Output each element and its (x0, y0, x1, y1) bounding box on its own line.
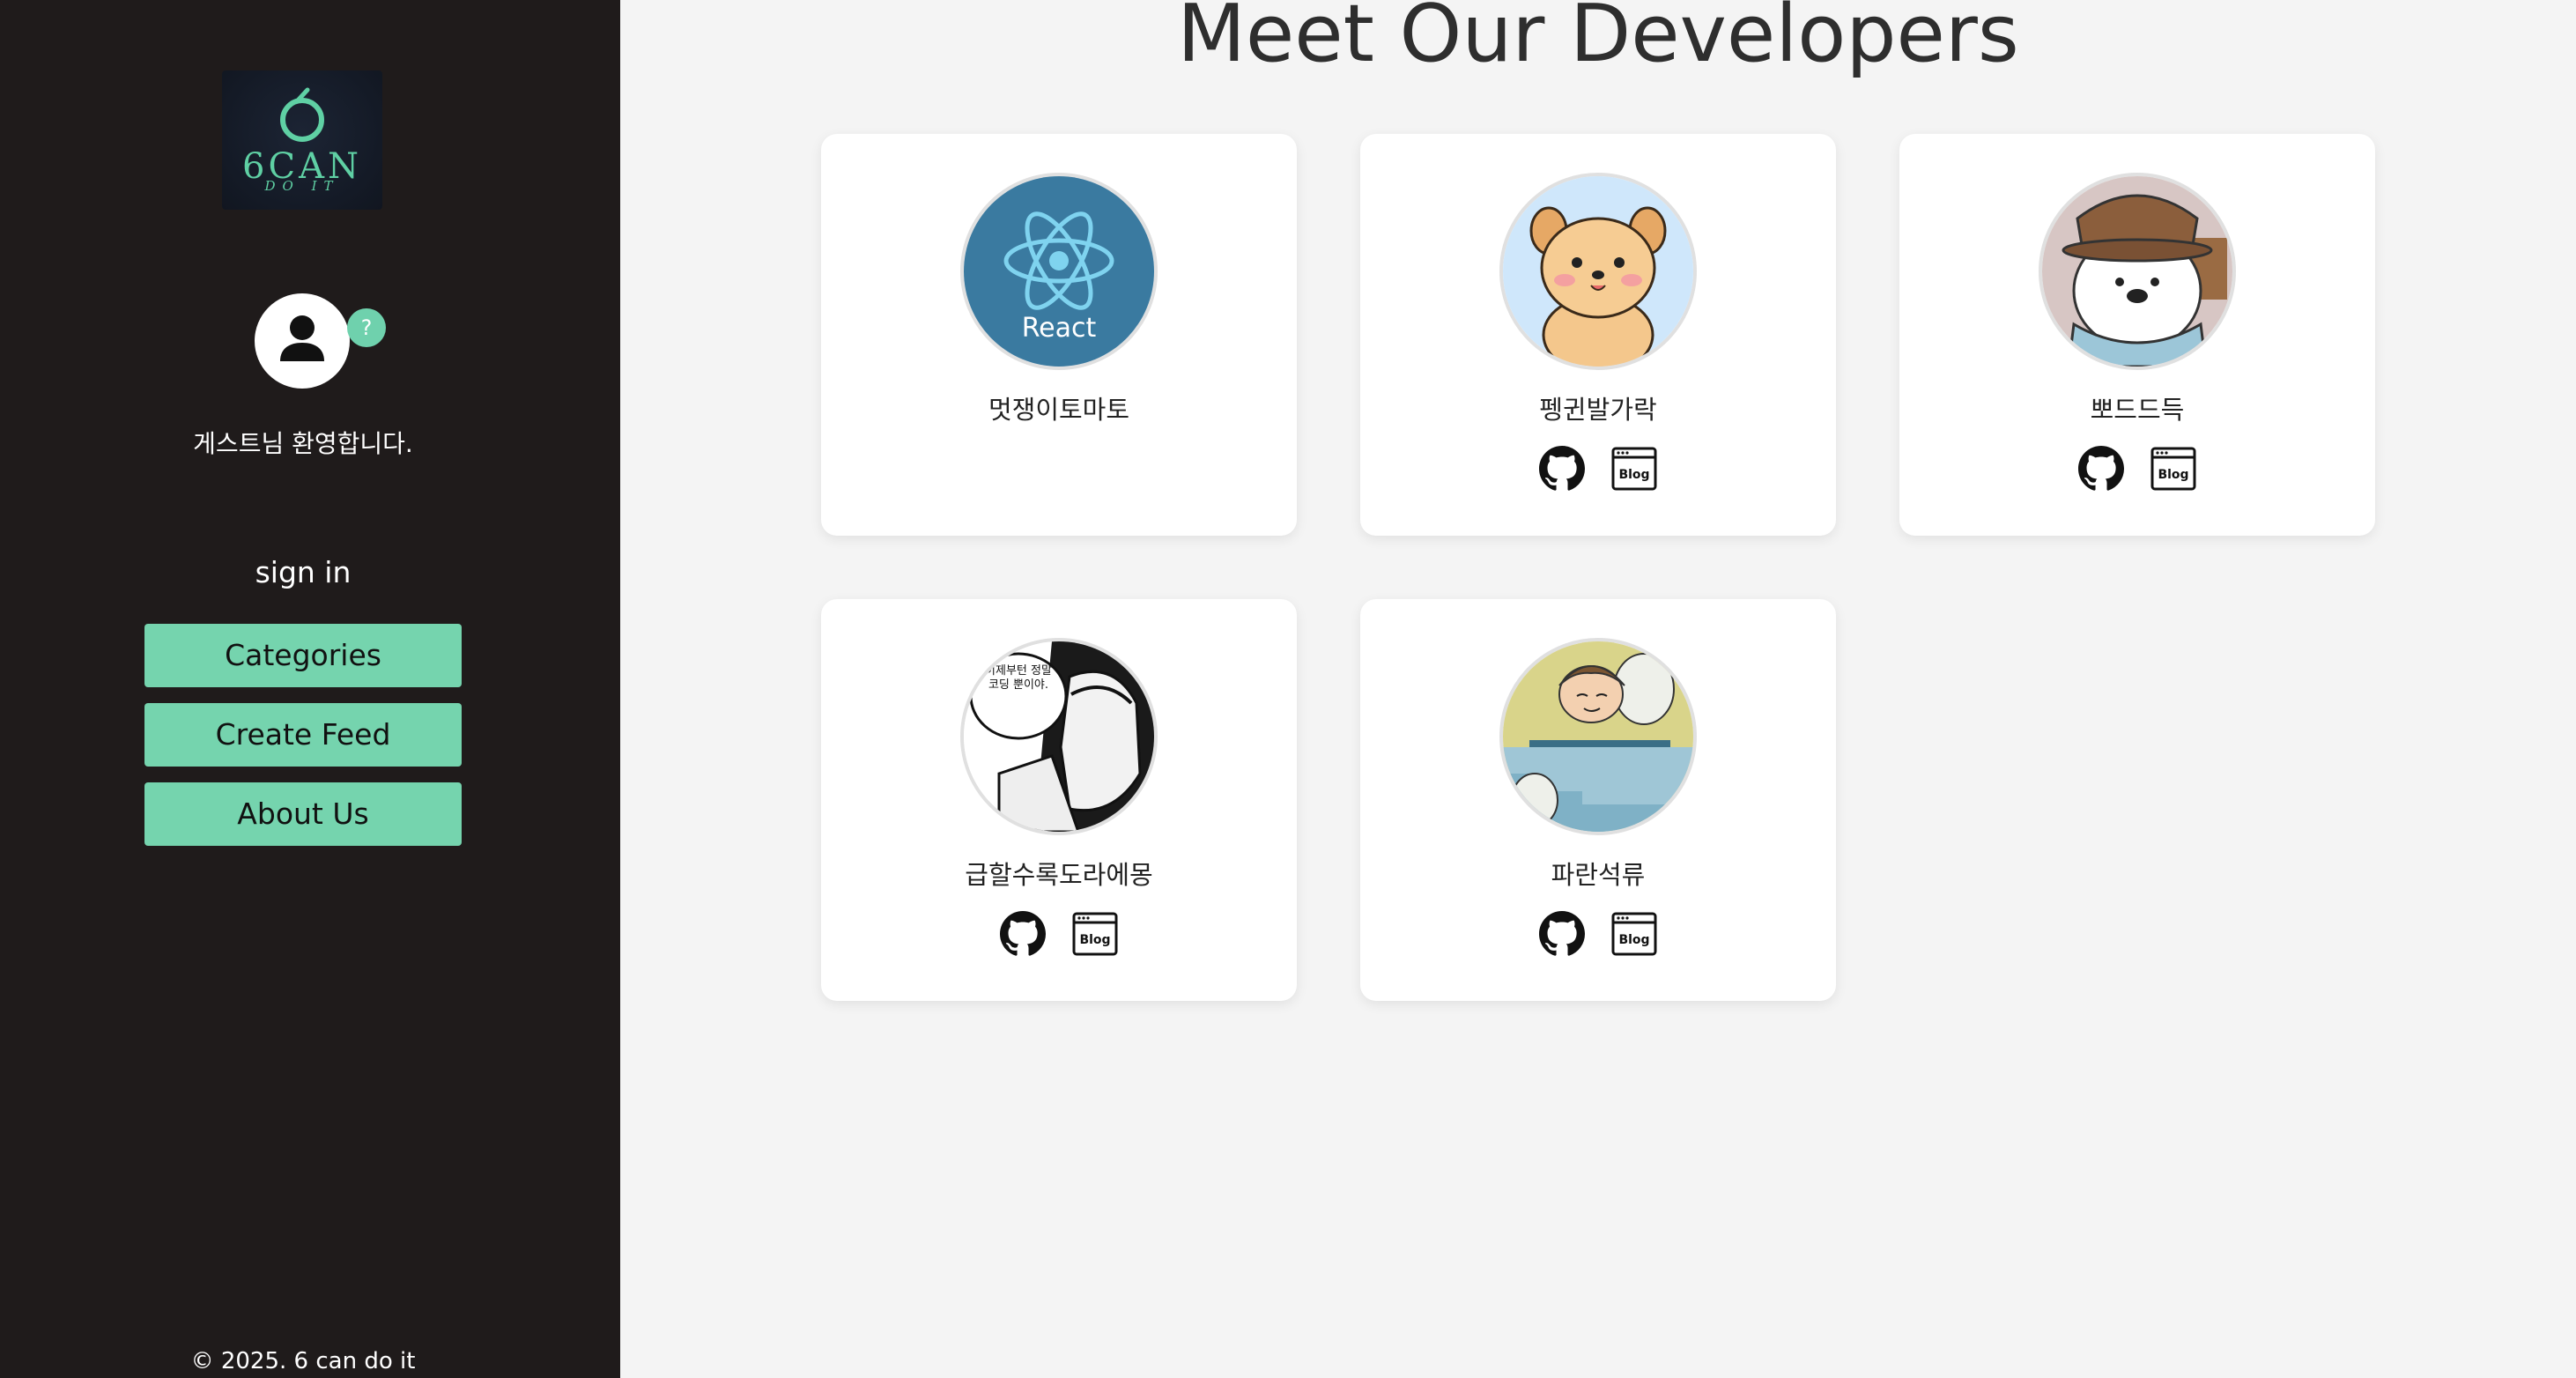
comic-avatar-icon (1503, 641, 1693, 832)
developer-card: 파란석류 Blog (1360, 599, 1836, 1001)
github-icon[interactable] (1539, 446, 1586, 495)
developer-links: Blog (1360, 446, 1836, 495)
sign-in-link[interactable]: sign in (0, 555, 606, 589)
developer-avatar (1499, 173, 1697, 370)
avatar[interactable] (255, 293, 350, 389)
footer-copyright: © 2025. 6 can do it (190, 1348, 416, 1374)
blog-icon-label: Blog (1618, 468, 1649, 482)
bear-avatar-icon (2042, 176, 2232, 367)
developer-avatar: 이제부턴 정말 코딩 뿐이야. (960, 638, 1158, 835)
logo[interactable]: 6CAN DO IT (222, 70, 382, 210)
blog-icon[interactable]: Blog (1611, 446, 1657, 495)
github-icon[interactable] (2078, 446, 2125, 495)
blog-icon-label: Blog (1079, 933, 1110, 947)
developer-avatar (2039, 173, 2236, 370)
blog-icon-label: Blog (2158, 468, 2188, 482)
user-icon (280, 315, 324, 361)
sidebar: 6CAN DO IT ? 게스트님 환영합니다. sign in Categor… (0, 0, 620, 1378)
developer-name: 뽀드드득 (2090, 395, 2185, 425)
developer-links: Blog (821, 911, 1297, 960)
page-title: Meet Our Developers (1177, 0, 2019, 80)
blog-icon-label: Blog (1618, 933, 1649, 947)
developer-card: 펭귄발가락 Blog (1360, 134, 1836, 536)
developer-avatar (1499, 638, 1697, 835)
blog-icon[interactable]: Blog (1611, 911, 1657, 960)
developer-links: Blog (1360, 911, 1836, 960)
developer-card: 이제부턴 정말 코딩 뿐이야. 급할수록도라에몽 Blog (821, 599, 1297, 1001)
logo-subtext: DO IT (264, 178, 340, 194)
create-feed-button[interactable]: Create Feed (144, 703, 462, 767)
speech-bubble-text: 이제부턴 정말 코딩 뿐이야. (985, 664, 1052, 692)
developer-card: 뽀드드득 Blog (1899, 134, 2375, 536)
developer-name: 파란석류 (1551, 860, 1646, 890)
categories-button[interactable]: Categories (144, 624, 462, 687)
developer-name: 멋쟁이토마토 (988, 395, 1130, 425)
developer-name: 펭귄발가락 (1539, 395, 1657, 425)
developer-name: 급할수록도라에몽 (965, 860, 1153, 890)
blog-icon[interactable]: Blog (1072, 911, 1118, 960)
react-icon: React (964, 176, 1154, 367)
puppy-avatar-icon (1503, 176, 1693, 367)
developer-avatar: React (960, 173, 1158, 370)
manga-avatar-icon: 이제부턴 정말 코딩 뿐이야. (964, 641, 1154, 832)
developer-links: Blog (1899, 446, 2375, 495)
help-badge[interactable]: ? (347, 308, 386, 347)
github-icon[interactable] (1539, 911, 1586, 960)
github-icon[interactable] (1000, 911, 1047, 960)
developer-card: React 멋쟁이토마토 (821, 134, 1297, 536)
about-us-button[interactable]: About Us (144, 782, 462, 846)
react-avatar-label: React (1022, 313, 1097, 344)
blog-icon[interactable]: Blog (2150, 446, 2196, 495)
welcome-text: 게스트님 환영합니다. (193, 429, 413, 458)
